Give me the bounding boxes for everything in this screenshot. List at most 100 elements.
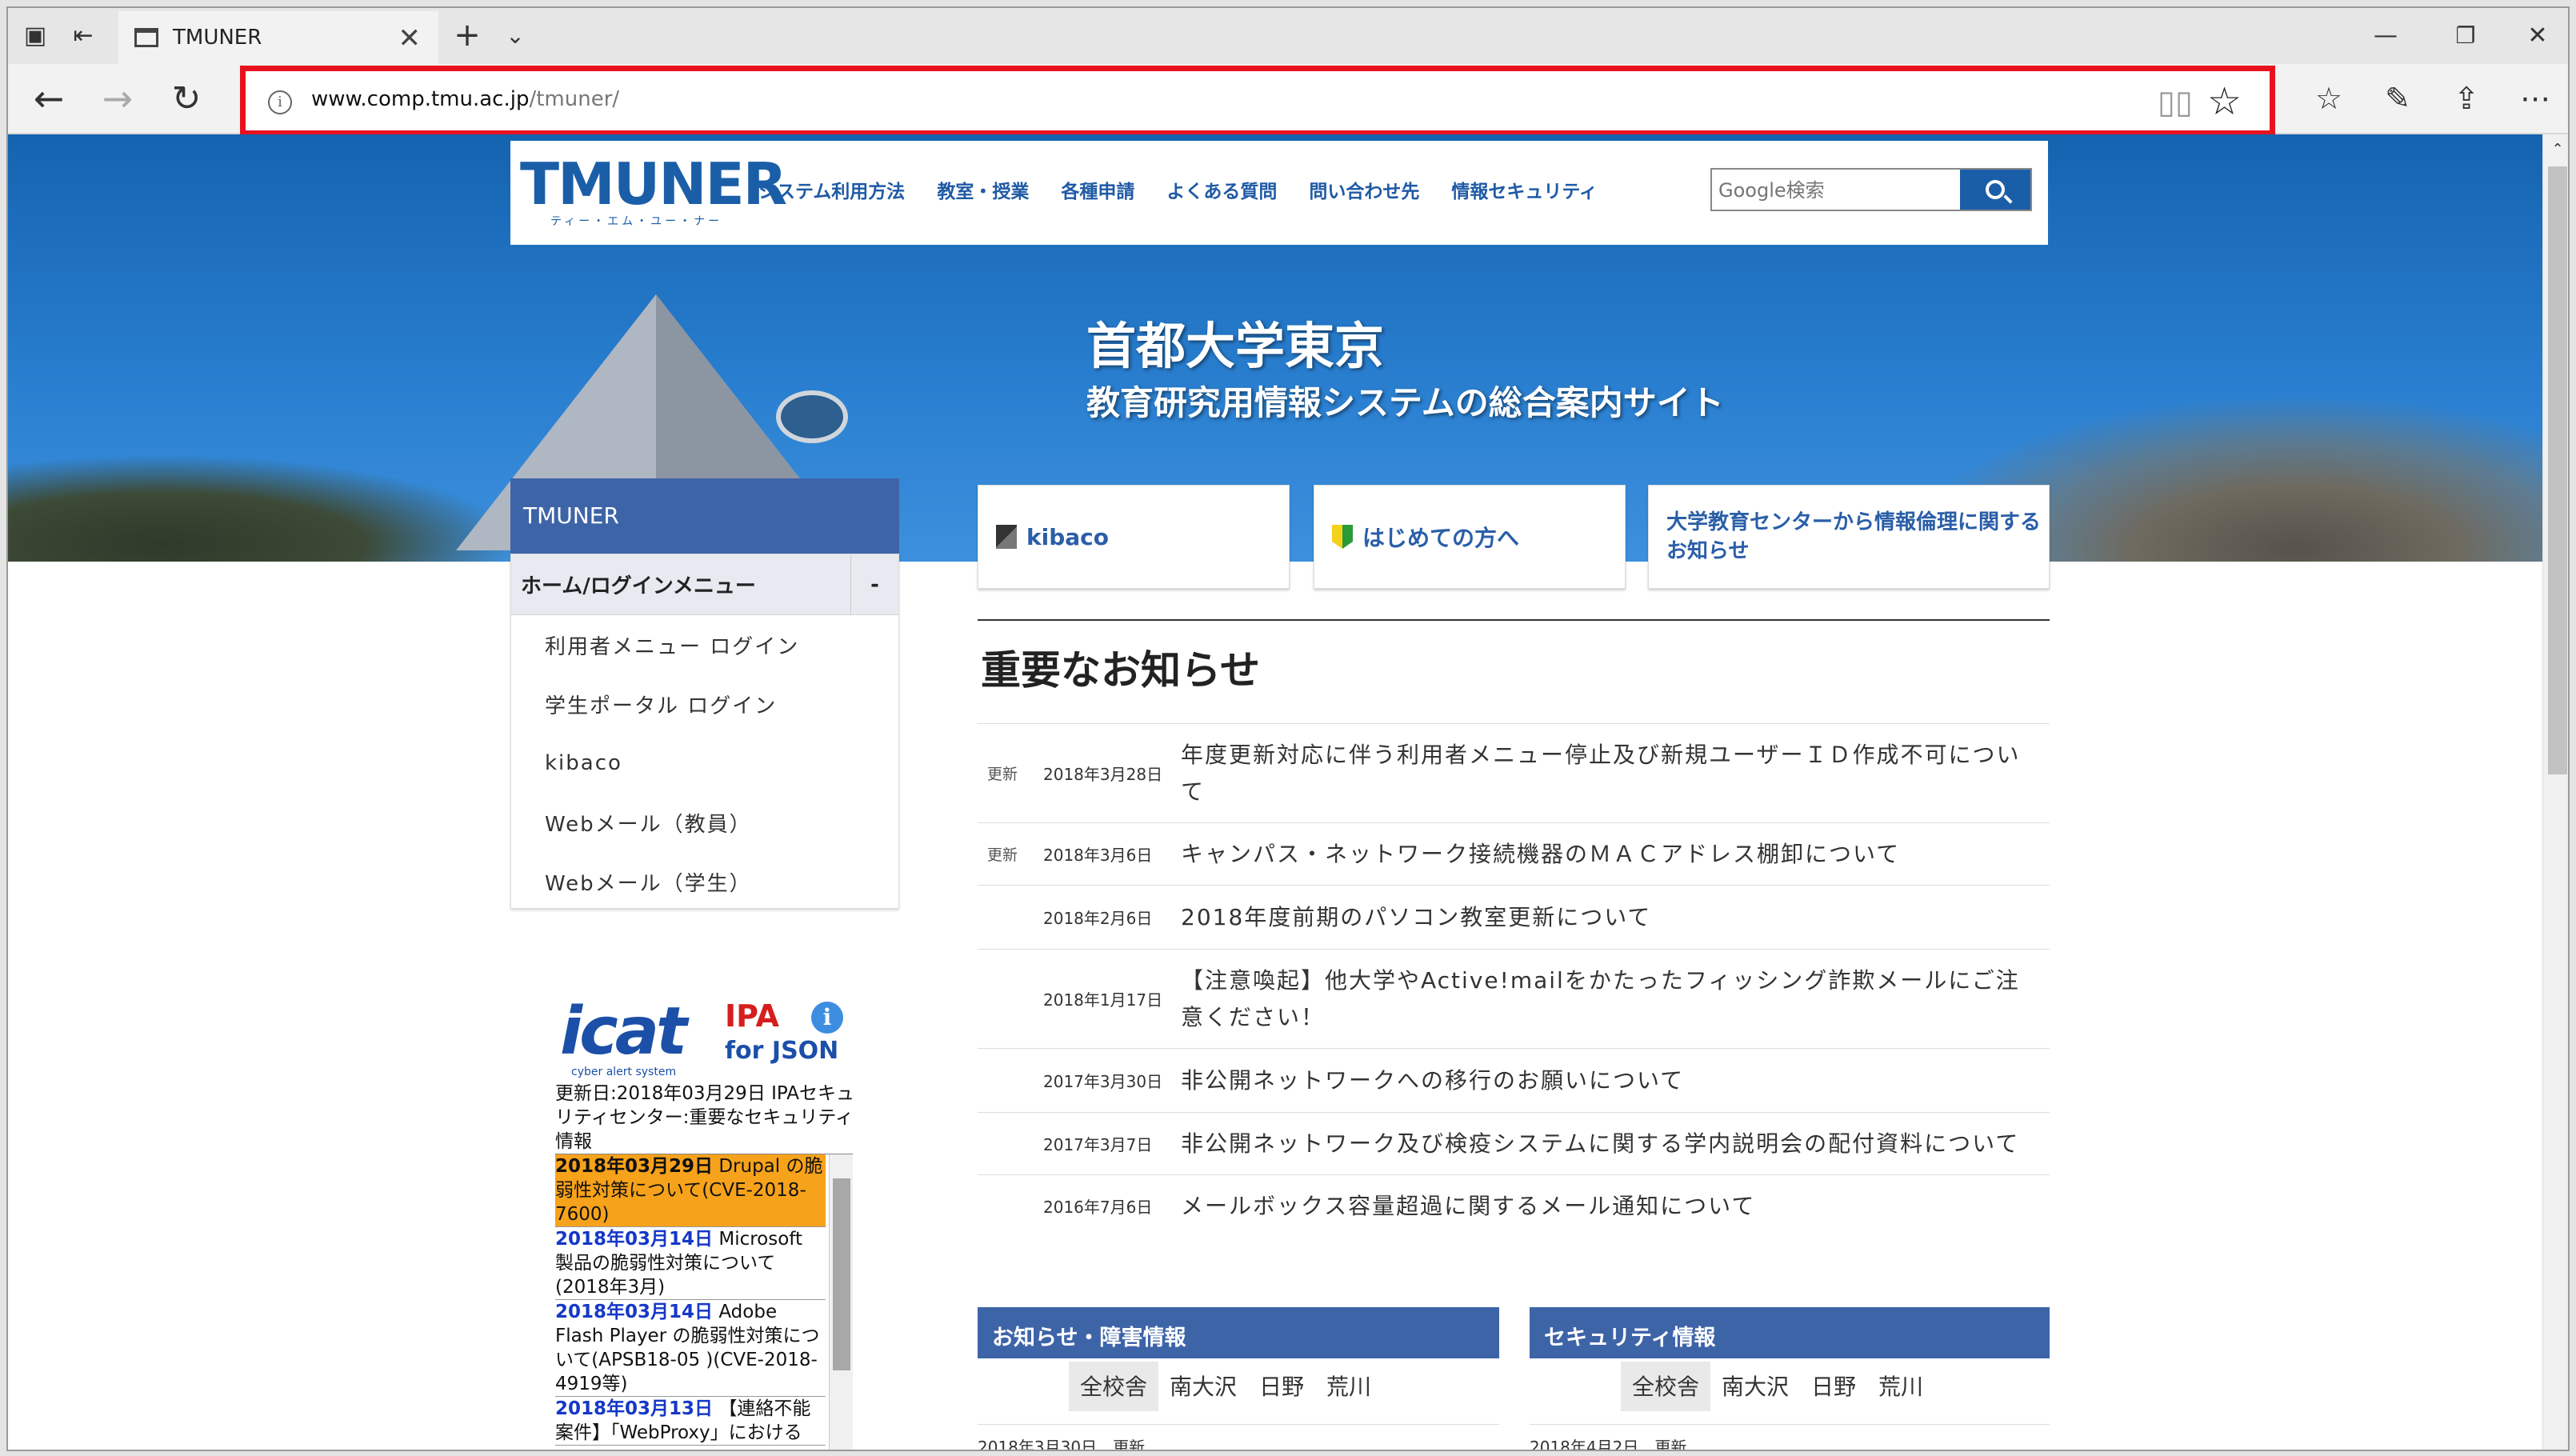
panel-notices-first[interactable]: 2018年3月30日 更新 [978, 1424, 1499, 1451]
favorite-star-icon[interactable]: ☆ [2207, 79, 2242, 124]
icat-entry[interactable]: 2018年03月13日 【連絡不能案件】「WebProxy」における [555, 1397, 826, 1446]
icat-entry[interactable]: 2018年03月14日 Adobe Flash Player の脆弱性対策につい… [555, 1300, 826, 1397]
panel-security-header: セキュリティ情報 [1530, 1307, 2050, 1358]
nav-applications[interactable]: 各種申請 [1061, 176, 1134, 203]
browser-tab[interactable]: TMUNER ✕ [118, 11, 438, 64]
favorites-hub-icon[interactable]: ☆ [2309, 78, 2349, 118]
tab-all-campus[interactable]: 全校舎 [1069, 1362, 1159, 1411]
set-tabs-aside-icon[interactable]: ⇤ [67, 19, 99, 51]
url-path: /tmuner/ [529, 87, 620, 111]
page-scrollbar[interactable]: ⌃ [2542, 134, 2568, 1450]
tabs-aside-icon[interactable]: ▣ [19, 19, 51, 51]
forward-icon[interactable]: → [98, 77, 138, 120]
sidebar-menu: ホーム/ログインメニュー - 利用者メニュー ログイン 学生ポータル ログイン … [510, 554, 899, 909]
back-icon[interactable]: ← [29, 77, 69, 120]
news-item[interactable]: 更新 2018年3月28日 年度更新対応に伴う利用者メニュー停止及び新規ユーザー… [978, 723, 2050, 822]
page-scroll-thumb[interactable] [2548, 166, 2567, 774]
news-text[interactable]: 非公開ネットワークへの移行のお願いについて [1181, 1062, 2034, 1099]
panel-item-tag: 更新 [1113, 1438, 1146, 1451]
tab-preview-chevron-icon[interactable]: ⌄ [498, 18, 533, 53]
icat-entry[interactable]: 2018年03月14日 Microsoft 製品の脆弱性対策について(2018年… [555, 1227, 826, 1300]
site-subtitle: 教育研究用情報システムの総合案内サイト [1086, 383, 1724, 422]
tmuner-logo[interactable]: TMUNER ティー・エム・ユー・ナー [520, 155, 787, 232]
card-kibaco[interactable]: kibaco [978, 485, 1290, 589]
news-divider [978, 619, 2050, 621]
icat-logo[interactable]: icat IPA for JSON i cyber alert system [555, 987, 859, 1082]
news-item[interactable]: 2016年7月6日 メールボックス容量超過に関するメール通知について [978, 1174, 2050, 1237]
box-icon [996, 525, 1017, 549]
nav-system-usage[interactable]: システム利用方法 [758, 176, 905, 203]
reading-view-icon[interactable]: ▯▯ [2158, 84, 2193, 121]
news-item[interactable]: 2018年2月6日 2018年度前期のパソコン教室更新について [978, 885, 2050, 949]
tab-hino[interactable]: 日野 [1248, 1362, 1315, 1411]
sidebar-item-user-menu-login[interactable]: 利用者メニュー ログイン [511, 615, 898, 674]
tab-arakawa[interactable]: 荒川 [1315, 1362, 1382, 1411]
sidebar-item-webmail-faculty[interactable]: Webメール（教員） [511, 793, 898, 852]
icat-entry[interactable]: 2018年03月29日 Drupal の脆弱性対策について(CVE-2018-7… [555, 1154, 826, 1227]
news-text[interactable]: 年度更新対応に伴う利用者メニュー停止及び新規ユーザーＩＤ作成不可について [1181, 737, 2034, 810]
sidebar-item-student-portal-login[interactable]: 学生ポータル ログイン [511, 674, 898, 734]
tab-all-campus[interactable]: 全校舎 [1621, 1362, 1711, 1411]
site-title: 首都大学東京 [1086, 317, 1385, 375]
search-button[interactable] [1960, 170, 2030, 210]
ipa-label: IPA [725, 998, 779, 1034]
news-text[interactable]: メールボックス容量超過に関するメール通知について [1181, 1188, 2034, 1225]
news-text[interactable]: 【注意喚起】他大学やActive!mailをかたったフィッシング詐欺メールにご注… [1181, 962, 2034, 1036]
panel-item-tag: 更新 [1654, 1438, 1687, 1451]
web-note-icon[interactable]: ✎ [2378, 78, 2418, 118]
news-text[interactable]: 2018年度前期のパソコン教室更新について [1181, 899, 2034, 936]
close-tab-icon[interactable]: ✕ [398, 22, 422, 54]
nav-faq[interactable]: よくある質問 [1166, 176, 1277, 203]
refresh-icon[interactable]: ↻ [166, 78, 206, 119]
news-text[interactable]: 非公開ネットワーク及び検疫システムに関する学内説明会の配付資料について [1181, 1126, 2034, 1162]
icat-scrollbar[interactable] [829, 1154, 853, 1450]
site-header: TMUNER ティー・エム・ユー・ナー システム利用方法 教室・授業 各種申請 … [510, 141, 2048, 245]
address-bar[interactable]: i www.comp.tmu.ac.jp/tmuner/ ▯▯ ☆ [240, 66, 2275, 136]
nav-classroom[interactable]: 教室・授業 [937, 176, 1029, 203]
news-date: 2018年3月6日 [1043, 846, 1153, 865]
tab-hino[interactable]: 日野 [1800, 1362, 1867, 1411]
icat-widget: icat IPA for JSON i cyber alert system 更… [555, 987, 859, 1450]
news-text[interactable]: キャンパス・ネットワーク接続機器のＭＡＣアドレス棚卸について [1181, 836, 2034, 873]
news-date: 2017年3月7日 [1043, 1135, 1153, 1154]
tab-minami-osawa[interactable]: 南大沢 [1158, 1362, 1248, 1411]
card-beginners-label: はじめての方へ [1362, 525, 1520, 551]
news-date: 2017年3月30日 [1043, 1072, 1163, 1091]
card-kibaco-label: kibaco [1026, 523, 1109, 550]
panel-security-first[interactable]: 2018年4月2日 更新 [1530, 1424, 2050, 1451]
icat-entry-date: 2018年03月14日 [555, 1229, 714, 1250]
web-page: TMUNER ティー・エム・ユー・ナー システム利用方法 教室・授業 各種申請 … [8, 134, 2542, 1451]
search-input[interactable] [1718, 179, 1950, 202]
icat-scroll-thumb[interactable] [833, 1178, 850, 1370]
page-icon [134, 28, 158, 47]
card-ethics-notice[interactable]: 大学教育センターから情報倫理に関するお知らせ [1648, 485, 2050, 589]
collapse-toggle[interactable]: - [850, 554, 898, 615]
icat-entry-date: 2018年03月13日 [555, 1398, 714, 1419]
minimize-icon[interactable]: — [2368, 18, 2403, 53]
icat-entry-date: 2018年03月29日 [555, 1156, 714, 1177]
tab-arakawa[interactable]: 荒川 [1867, 1362, 1934, 1411]
new-tab-icon[interactable]: + [450, 17, 485, 54]
restore-icon[interactable]: ❐ [2448, 18, 2483, 53]
sidebar-item-kibaco[interactable]: kibaco [511, 734, 898, 793]
news-item[interactable]: 更新 2018年3月6日 キャンパス・ネットワーク接続機器のＭＡＣアドレス棚卸に… [978, 822, 2050, 885]
site-info-icon[interactable]: i [268, 90, 292, 114]
info-icon: i [811, 1002, 843, 1034]
icat-list[interactable]: 2018年03月29日 Drupal の脆弱性対策について(CVE-2018-7… [555, 1154, 853, 1450]
tab-minami-osawa[interactable]: 南大沢 [1710, 1362, 1800, 1411]
news-item[interactable]: 2017年3月7日 非公開ネットワーク及び検疫システムに関する学内説明会の配付資… [978, 1112, 2050, 1174]
panel-notices-tabs: 全校舎 南大沢 日野 荒川 [1069, 1362, 1382, 1411]
share-icon[interactable]: ⇪ [2446, 78, 2486, 118]
nav-security[interactable]: 情報セキュリティ [1451, 176, 1598, 203]
sidebar-group-home[interactable]: ホーム/ログインメニュー - [511, 554, 898, 615]
card-beginners[interactable]: はじめての方へ [1314, 485, 1626, 589]
url-text[interactable]: www.comp.tmu.ac.jp/tmuner/ [311, 87, 619, 111]
news-item[interactable]: 2017年3月30日 非公開ネットワークへの移行のお願いについて [978, 1048, 2050, 1112]
nav-contact[interactable]: 問い合わせ先 [1309, 176, 1419, 203]
news-item[interactable]: 2018年1月17日 【注意喚起】他大学やActive!mailをかたったフィッ… [978, 949, 2050, 1048]
sidebar-item-webmail-student[interactable]: Webメール（学生） [511, 852, 898, 911]
tab-bar: ▣ ⇤ TMUNER ✕ + ⌄ — ❐ ✕ [8, 8, 2568, 64]
scroll-up-icon[interactable]: ⌃ [2548, 139, 2567, 158]
close-window-icon[interactable]: ✕ [2520, 18, 2555, 53]
more-icon[interactable]: ⋯ [2515, 78, 2555, 118]
